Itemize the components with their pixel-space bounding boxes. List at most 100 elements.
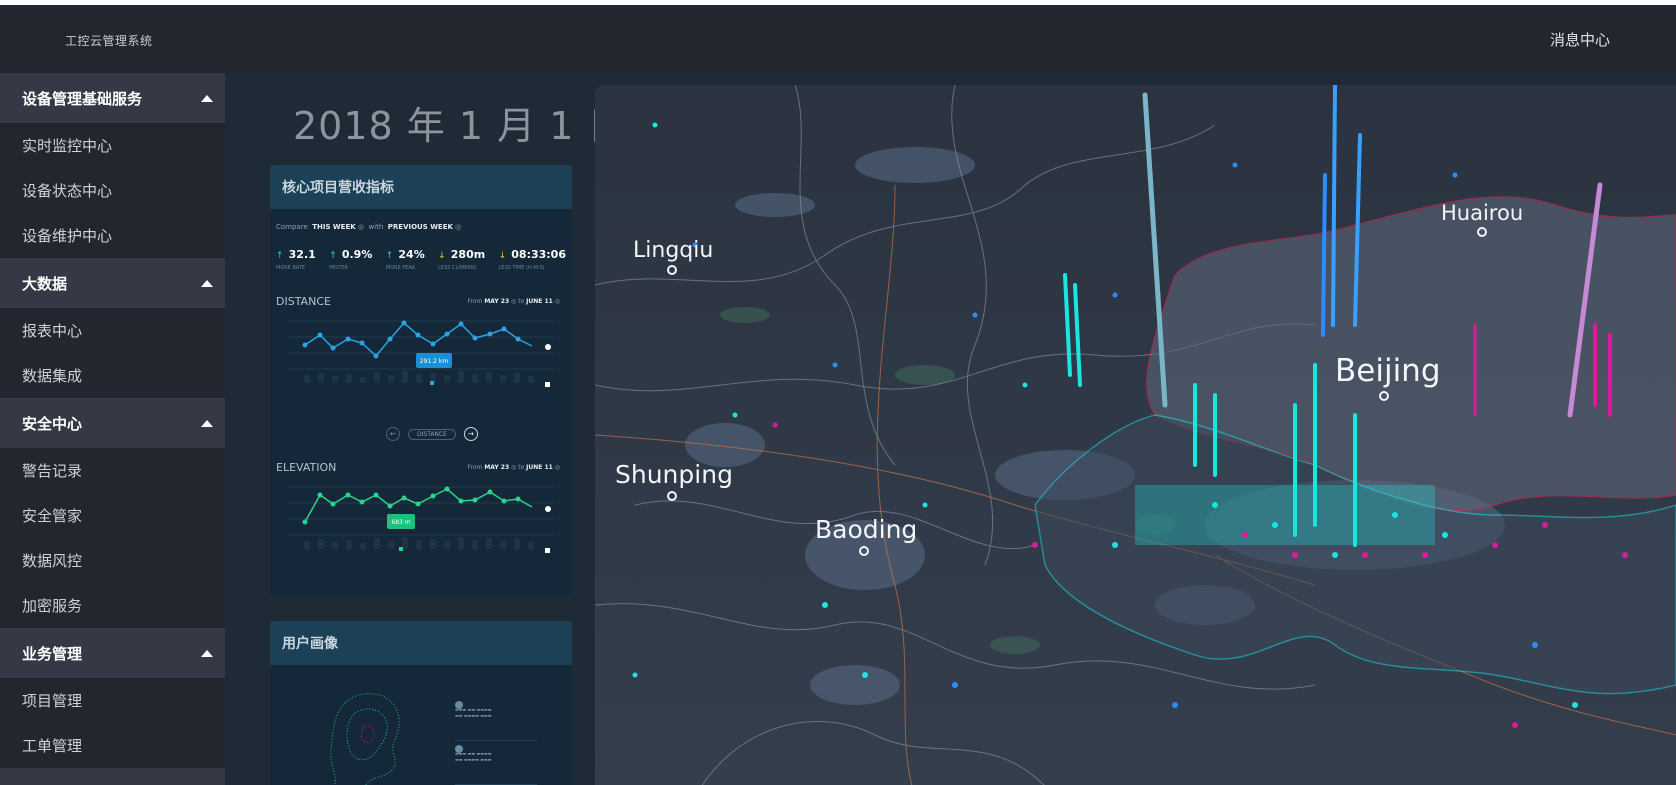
compare-previous-week[interactable]: PREVIOUS WEEK — [388, 223, 453, 231]
metric-value: 0.9% — [341, 248, 373, 261]
avatar — [455, 701, 463, 709]
metric-value: 24% — [398, 248, 425, 261]
caret-up-icon — [201, 95, 213, 102]
metric: ↑ 0.9% FASTER — [329, 243, 372, 271]
sidebar-item-security-steward[interactable]: 安全管家 — [0, 493, 225, 538]
head-scan-illustration — [330, 693, 400, 785]
location-pin-icon — [667, 265, 677, 275]
caret-up-icon — [201, 420, 213, 427]
caret-up-icon — [201, 650, 213, 657]
sidebar-item-reports[interactable]: 报表中心 — [0, 308, 225, 353]
map-visualization[interactable]: Lingqiu Huairou Beijing Shunping Baoding — [595, 85, 1676, 785]
caret-up-icon — [201, 280, 213, 287]
distance-range: From MAY 23 ◎ to JUNE 11 ◎ — [467, 298, 560, 305]
location-pin-icon — [1477, 227, 1487, 237]
location-pin-icon — [1379, 391, 1389, 401]
sidebar-item-projects[interactable]: 项目管理 — [0, 678, 225, 723]
metric: ↓ 08:33:06 LESS TIME (H:M:S) — [499, 243, 566, 271]
distance-tooltip: 291.2 km — [420, 358, 449, 365]
card-title: 核心项目营收指标 — [282, 180, 394, 196]
app-title: 工控云管理系统 — [65, 34, 153, 48]
sidebar-group-label: 设备管理基础服务 — [22, 89, 143, 108]
sidebar-item-encryption[interactable]: 加密服务 — [0, 583, 225, 628]
metric-value: 32.1 — [288, 248, 316, 261]
range-to[interactable]: JUNE 11 — [526, 298, 553, 305]
metric-value: 280m — [450, 248, 486, 261]
map-graphic — [595, 85, 1676, 785]
metric: ↑ 24% MORE PEAK — [386, 243, 425, 271]
elevation-line-chart: 683 m — [290, 486, 555, 553]
compare-with: with — [368, 223, 384, 231]
sidebar-group-business[interactable]: 业务管理 — [0, 628, 225, 678]
elevation-range: From MAY 23 ◎ to JUNE 11 ◎ — [467, 464, 560, 471]
metric-value: 08:33:06 — [511, 248, 566, 261]
sidebar-item-realtime-monitor[interactable]: 实时监控中心 — [0, 123, 225, 168]
sidebar-group-big-data[interactable]: 大数据 — [0, 258, 225, 308]
compare-this-week[interactable]: THIS WEEK — [312, 223, 355, 231]
elevation-chart-title: ELEVATION — [276, 461, 337, 474]
arrow-down-icon: ↓ — [498, 251, 507, 261]
city-name: Huairou — [1441, 201, 1524, 225]
location-pin-icon — [859, 546, 869, 556]
range-to-label: to — [518, 298, 525, 305]
range-from[interactable]: MAY 23 — [484, 464, 509, 471]
distance-line-chart: 291.2 km — [290, 320, 555, 387]
card-title: 用户画像 — [282, 636, 338, 652]
sidebar-item-alert-log[interactable]: 警告记录 — [0, 448, 225, 493]
location-pin-icon — [667, 491, 677, 501]
metrics-row: ↑ 32.1 MORE RATE ↑ 0.9% FASTER ↑ 24% MOR… — [276, 243, 566, 271]
metric-sub: MORE PEAK — [385, 265, 416, 271]
city-name: Lingqiu — [633, 238, 714, 263]
city-label-beijing: Beijing — [1335, 353, 1441, 401]
city-name: Baoding — [815, 515, 918, 544]
pager-label[interactable]: DISTANCE — [408, 428, 456, 440]
metric: ↓ 280m LESS CLIMBING — [438, 243, 485, 271]
city-name: Beijing — [1335, 353, 1441, 389]
range-to[interactable]: JUNE 11 — [526, 464, 553, 471]
metric-sub: LESS TIME (H:M:S) — [498, 265, 545, 271]
sidebar-group-device-management[interactable]: 设备管理基础服务 — [0, 73, 225, 123]
next-arrow-icon[interactable]: → — [463, 427, 478, 441]
city-label-baoding: Baoding — [815, 515, 917, 556]
city-label-shunping: Shunping — [615, 460, 733, 501]
card-header: 用户画像 — [270, 621, 572, 665]
sidebar-group-next[interactable] — [0, 768, 225, 785]
date-title: 2018 年 1 月 1 日 — [293, 104, 627, 148]
distance-pager: ← DISTANCE → — [386, 427, 478, 441]
comment-placeholder: ▬▬▬ ▬▬ ▬▬▬▬ ▬▬ ▬▬▬▬ ▬▬▬ — [455, 751, 492, 762]
metric-sub: MORE RATE — [276, 265, 305, 271]
metric-sub: LESS CLIMBING — [438, 265, 477, 271]
arrow-up-icon: ↑ — [329, 251, 337, 261]
main-content: 2018 年 1 月 1 日 核心项目营收指标 Compare THIS WEE… — [225, 73, 1676, 785]
core-revenue-card: 核心项目营收指标 Compare THIS WEEK ◎ with PREVIO… — [270, 165, 572, 595]
distance-chart-title: DISTANCE — [276, 295, 331, 308]
user-profile-card: 用户画像 ▬▬▬ ▬▬ ▬▬▬▬ ▬▬ ▬▬▬▬ ▬▬▬ ▬▬▬ ▬▬ ▬▬▬▬ ▬… — [270, 621, 572, 785]
sidebar-group-security[interactable]: 安全中心 — [0, 398, 225, 448]
sidebar: 设备管理基础服务 实时监控中心 设备状态中心 设备维护中心 大数据 报表中心 数… — [0, 73, 225, 785]
comment-item: ▬▬▬ ▬▬ ▬▬▬▬ ▬▬ ▬▬▬▬ ▬▬▬ — [455, 745, 537, 785]
comment-placeholder: ▬▬▬ ▬▬ ▬▬▬▬ ▬▬ ▬▬▬▬ ▬▬▬ — [455, 707, 492, 718]
sidebar-item-device-status[interactable]: 设备状态中心 — [0, 168, 225, 213]
arrow-up-icon: ↑ — [385, 251, 394, 261]
range-from-label: From — [467, 464, 483, 471]
card-header: 核心项目营收指标 — [270, 165, 572, 209]
sidebar-group-label: 业务管理 — [22, 644, 83, 663]
range-from[interactable]: MAY 23 — [484, 298, 509, 305]
elevation-tooltip: 683 m — [391, 519, 410, 526]
sidebar-item-work-orders[interactable]: 工单管理 — [0, 723, 225, 768]
compare-label: Compare — [276, 223, 308, 231]
range-from-label: From — [467, 298, 483, 305]
sidebar-group-label: 大数据 — [22, 274, 68, 293]
sidebar-item-device-maintenance[interactable]: 设备维护中心 — [0, 213, 225, 258]
sidebar-item-data-risk[interactable]: 数据风控 — [0, 538, 225, 583]
comment-item: ▬▬▬ ▬▬ ▬▬▬▬ ▬▬ ▬▬▬▬ ▬▬▬ — [455, 701, 537, 741]
sidebar-group-label: 安全中心 — [22, 414, 83, 433]
metric-sub: FASTER — [329, 265, 348, 271]
sidebar-item-data-integration[interactable]: 数据集成 — [0, 353, 225, 398]
prev-arrow-icon[interactable]: ← — [386, 427, 400, 441]
arrow-down-icon: ↓ — [438, 251, 446, 261]
avatar — [455, 745, 463, 753]
metric: ↑ 32.1 MORE RATE — [276, 243, 316, 271]
range-to-label: to — [518, 464, 525, 471]
message-center-link[interactable]: 消息中心 — [1550, 29, 1610, 50]
